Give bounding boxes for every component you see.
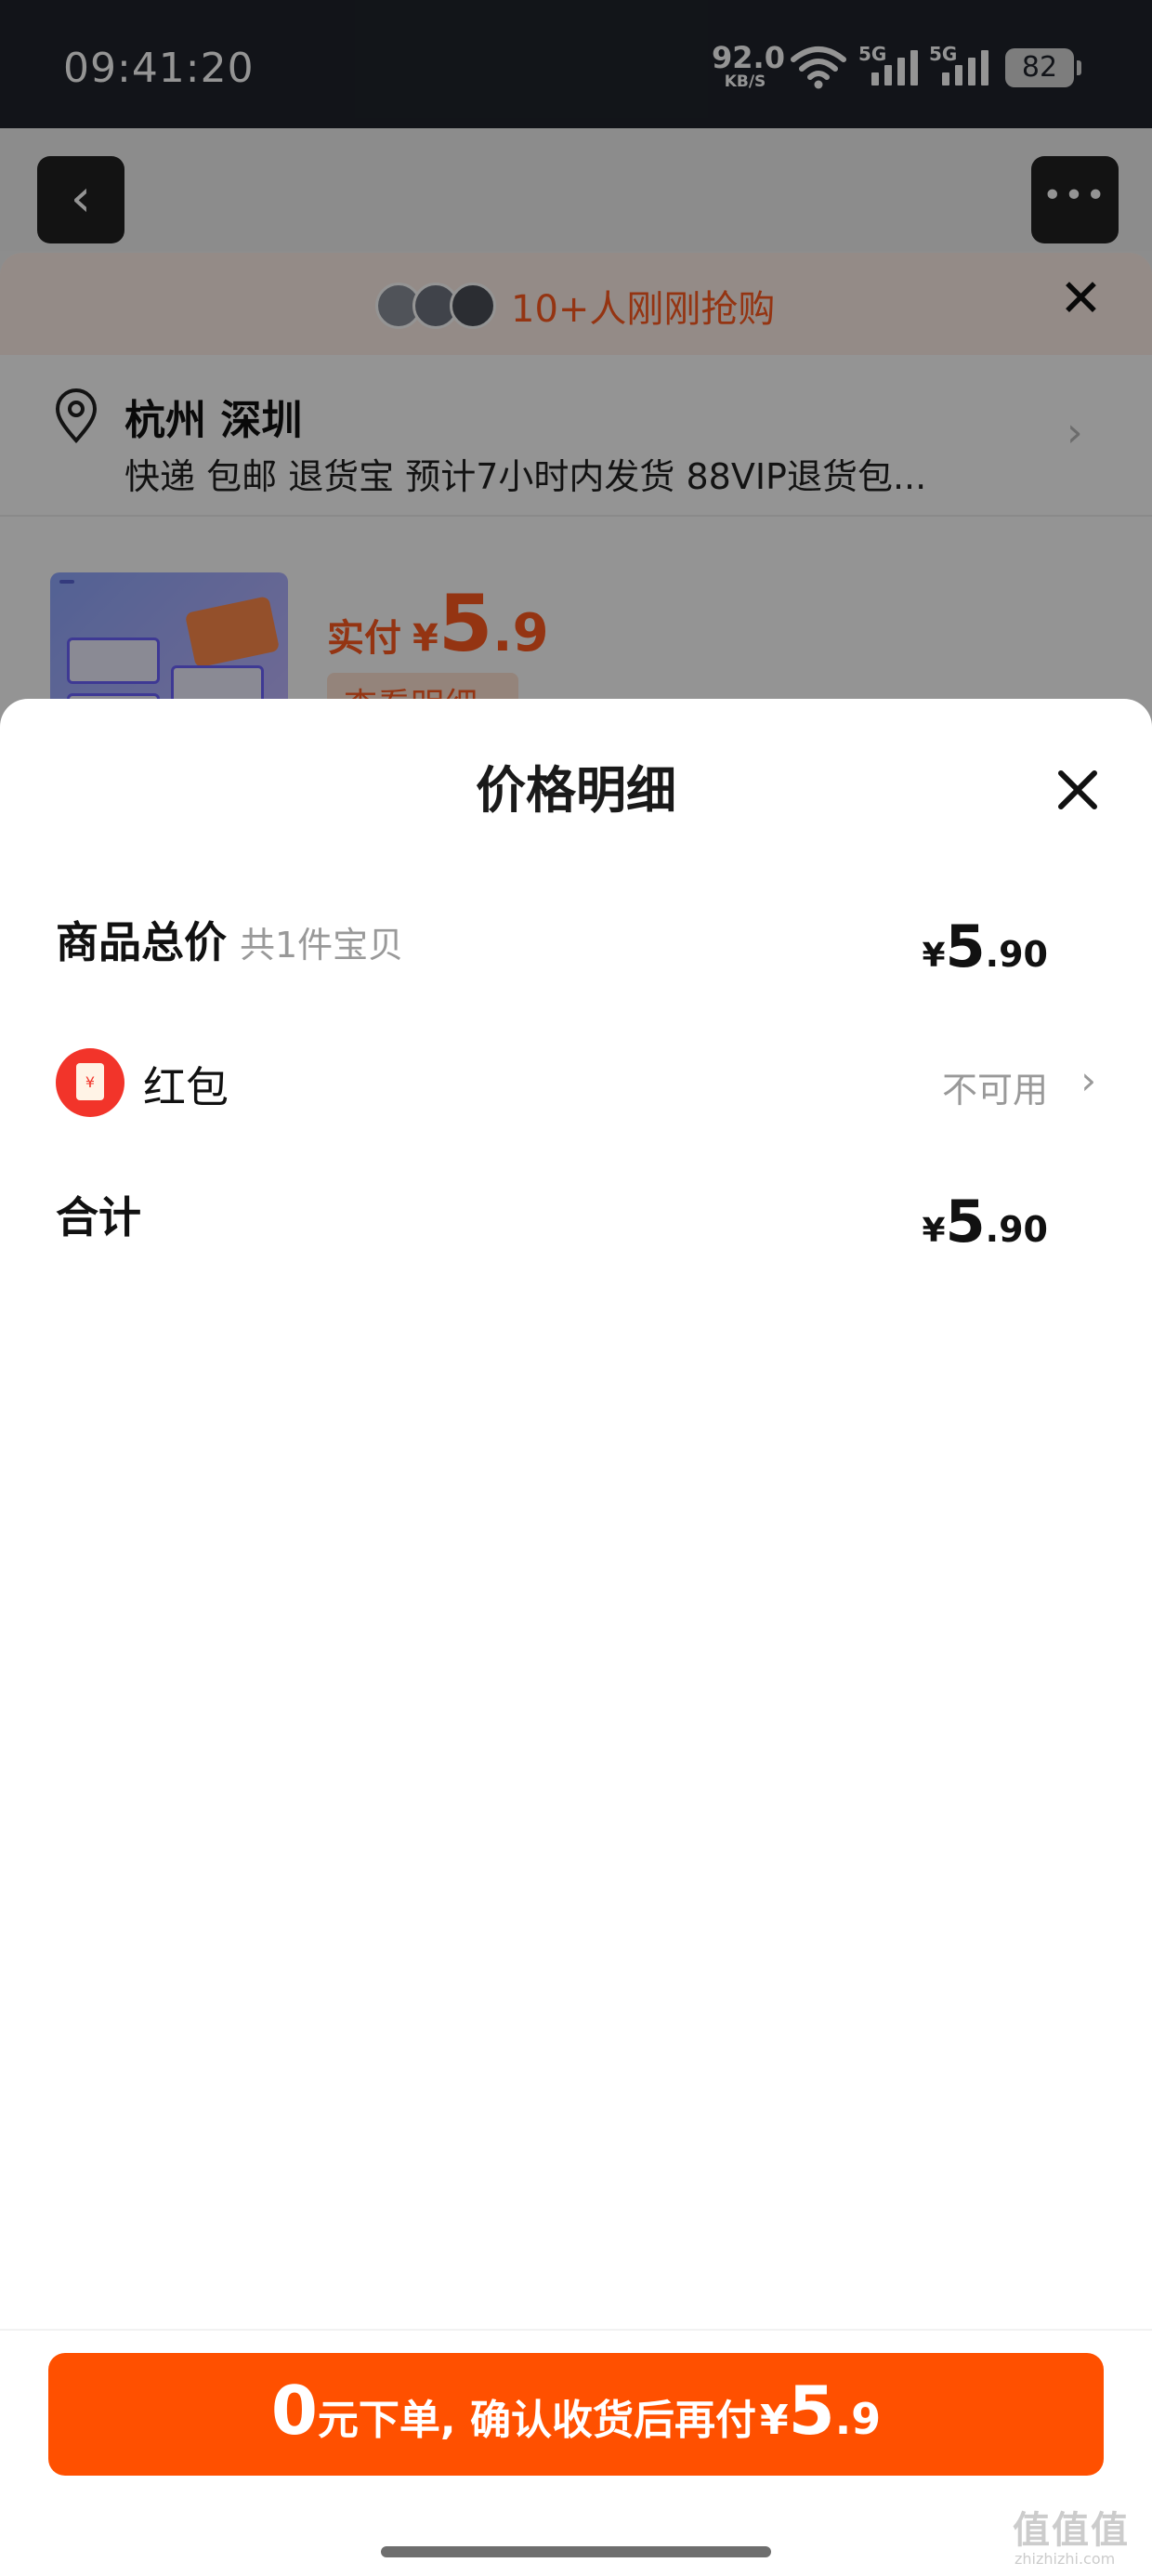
price-integer: 5: [945, 1188, 986, 1255]
price-decimal: .90: [985, 1209, 1048, 1250]
price-decimal: .90: [985, 934, 1048, 975]
place-order-button[interactable]: 0元下单, 确认收货后再付¥5.9: [48, 2353, 1104, 2476]
goods-count: 共1件宝贝: [240, 925, 404, 966]
goods-total-label: 商品总价: [56, 917, 227, 967]
watermark-logo: 值值值: [1013, 2509, 1130, 2552]
total-price: ¥5.90: [922, 1188, 1048, 1255]
red-packet-icon: ¥: [56, 1048, 124, 1117]
footer-bar: 0元下单, 确认收货后再付¥5.9: [0, 2329, 1152, 2576]
chevron-right-icon: ›: [1080, 1058, 1096, 1103]
red-packet-label: 红包: [143, 1062, 229, 1112]
price-detail-sheet: 价格明细 商品总价 共1件宝贝 ¥5.90 ¥ 红包 不可用 › 合计 ¥5.90: [0, 699, 1152, 2576]
currency-symbol: ¥: [759, 2397, 789, 2444]
currency-symbol: ¥: [922, 1212, 946, 1250]
currency-symbol: ¥: [922, 937, 946, 975]
goods-total-price: ¥5.90: [922, 913, 1048, 980]
watermark-url: zhizhizhi.com: [1015, 2550, 1116, 2568]
order-text: 元下单, 确认收货后再付: [317, 2397, 756, 2444]
order-zero: 0: [270, 2372, 318, 2450]
price-integer: 5: [945, 913, 986, 980]
order-amount-decimal: .9: [834, 2394, 882, 2444]
total-label: 合计: [56, 1192, 141, 1242]
goods-total-row: 商品总价 共1件宝贝 ¥5.90: [56, 909, 1096, 983]
sheet-title: 价格明细: [476, 761, 676, 820]
total-row: 合计 ¥5.90: [56, 1184, 1096, 1258]
home-indicator[interactable]: [381, 2546, 771, 2557]
order-amount-integer: 5: [788, 2372, 835, 2450]
red-packet-row[interactable]: ¥ 红包 不可用 ›: [56, 1048, 1096, 1123]
close-icon[interactable]: [1050, 762, 1106, 818]
red-packet-status: 不可用: [941, 1070, 1048, 1111]
